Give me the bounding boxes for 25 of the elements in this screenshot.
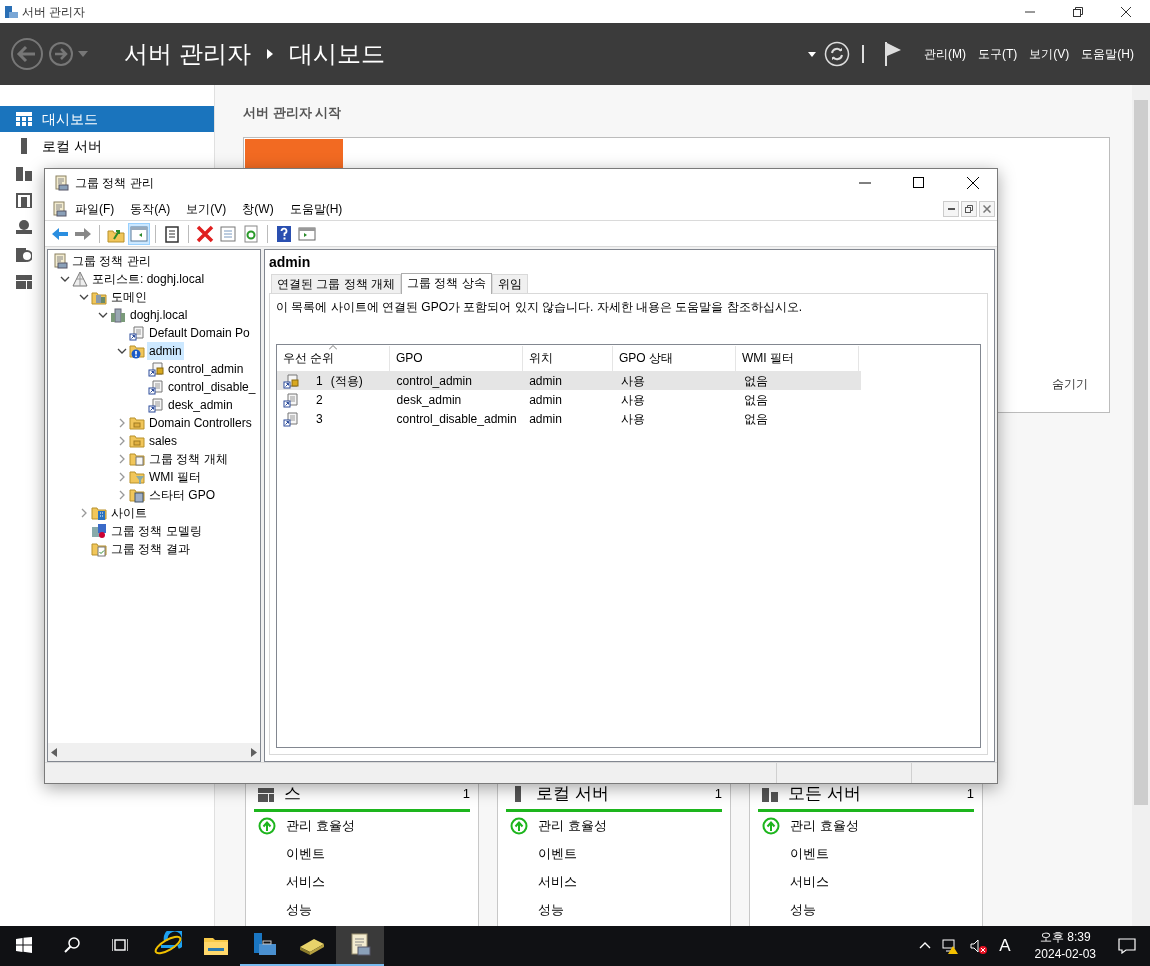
pane-heading: admin [269, 254, 312, 270]
table-cell-text: control_admin [395, 372, 473, 390]
table-cell-text: control_disable_admin [395, 410, 518, 428]
table-cell-text: 없음 [742, 372, 769, 390]
tile-count: 1 [966, 785, 974, 804]
table-cell-text: 없음 [742, 410, 769, 428]
table-cell-text: admin [528, 410, 563, 428]
section-title: 서버 관리자 시작 [243, 104, 343, 122]
table-cell-text: 3 [316, 410, 323, 428]
info-message: 이 목록에 사이트에 연결된 GPO가 포함되어 있지 않습니다. 자세한 내용은 도움말을 참조하십시오. [276, 299, 803, 316]
table-cell-text: (적용) [330, 372, 363, 390]
table-cell-text: 1 [316, 372, 323, 390]
breadcrumb-item: 대시보드 [288, 39, 385, 69]
table-cell-text: 2 [316, 391, 323, 409]
table-cell-text: 사용 [619, 410, 646, 428]
table-cell-text: 사용 [619, 391, 646, 409]
table-cell-text: 없음 [742, 391, 769, 409]
table-cell-text: admin [528, 391, 563, 409]
table-cell-text: admin [528, 372, 563, 390]
tile-count: 1 [714, 785, 722, 804]
tile-count: 1 [462, 785, 470, 804]
window-title: 서버 관리자 [22, 3, 87, 21]
table-cell-text: 사용 [619, 372, 646, 390]
table-cell-text: desk_admin [395, 391, 463, 409]
window-title: 그룹 정책 관리 [75, 175, 155, 192]
